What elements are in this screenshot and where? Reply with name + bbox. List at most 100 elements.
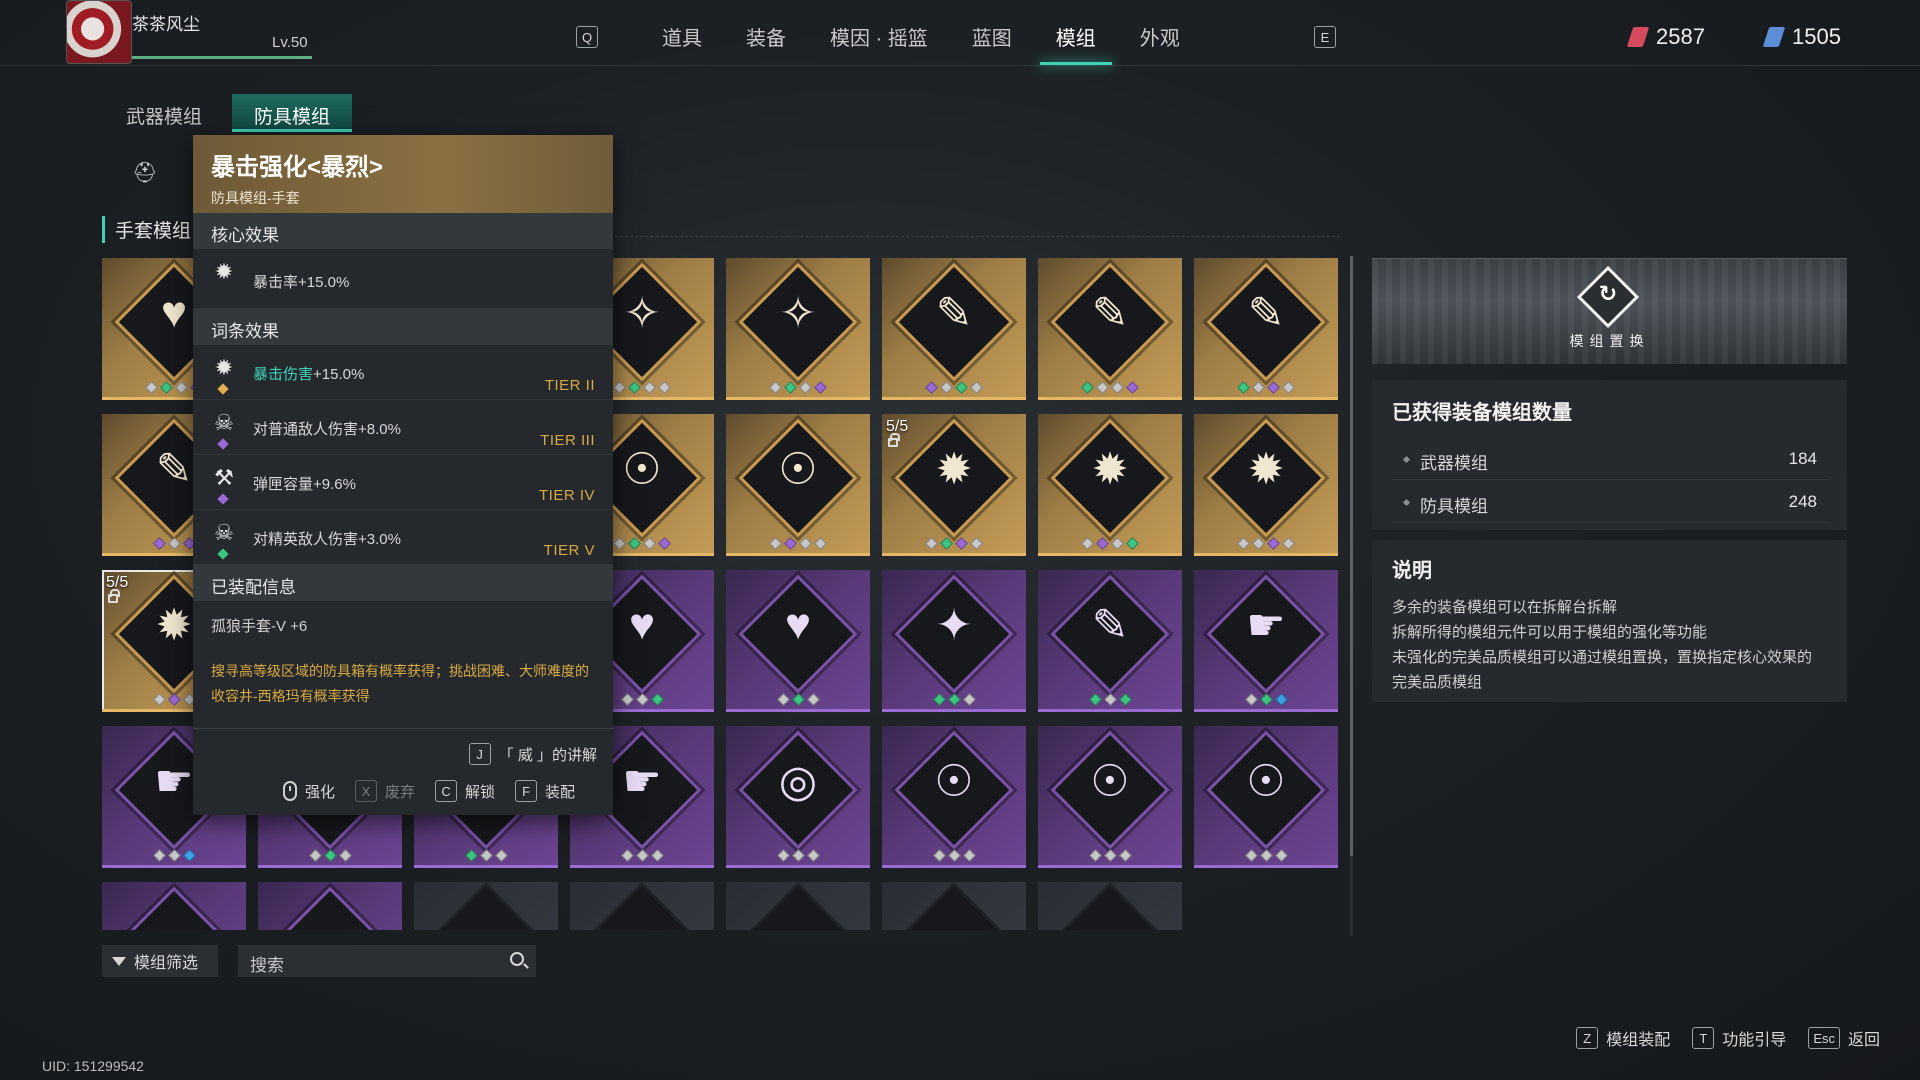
affix-text: 对普通敌人伤害+8.0% xyxy=(253,418,401,439)
target-person-icon: ☉ xyxy=(934,757,974,806)
search-icon[interactable] xyxy=(510,952,524,966)
gem-icon xyxy=(932,693,946,706)
stat-label: 武器模组 xyxy=(1420,454,1488,473)
explain-action[interactable]: J 「 威 」的讲解 xyxy=(468,743,597,765)
action-label: 装配 xyxy=(545,783,576,801)
blade-star-icon: ✎ xyxy=(1247,289,1285,338)
gem-icon xyxy=(1103,849,1117,862)
explosion-icon: ✹ xyxy=(1247,445,1285,494)
stat-value: 184 xyxy=(1788,449,1817,468)
action-upgrade[interactable]: 强化 xyxy=(283,781,335,802)
mod-card[interactable] xyxy=(102,882,246,930)
stat-armor-mods: 防具模组 248 xyxy=(1392,480,1827,523)
mod-card[interactable]: ☉ xyxy=(882,726,1026,868)
gem-icon xyxy=(635,849,649,862)
gem-icon xyxy=(1081,381,1094,394)
spiked-star-icon: ✧ xyxy=(779,289,817,338)
gem-icon xyxy=(160,381,173,394)
nav-tab[interactable]: 模因 · 摇篮 xyxy=(808,20,950,65)
gem-icon xyxy=(1126,537,1139,550)
nav-prev-key[interactable]: Q xyxy=(576,26,598,48)
mod-card[interactable]: ♥ xyxy=(726,570,870,712)
mod-card[interactable] xyxy=(882,882,1026,930)
info-line: 完美品质模组 xyxy=(1392,674,1483,691)
hint-esc[interactable]: Esc 返回 xyxy=(1808,1026,1880,1050)
mod-swap-button[interactable]: ↻ 模组置换 xyxy=(1372,258,1847,364)
gem-icon xyxy=(791,849,805,862)
gem-icon xyxy=(962,693,976,706)
action-discard[interactable]: X 废弃 xyxy=(355,780,415,802)
action-unlock[interactable]: C 解锁 xyxy=(435,780,495,802)
mod-card[interactable] xyxy=(726,882,870,930)
helmet-icon[interactable]: ⛑ xyxy=(132,160,157,184)
hint-z[interactable]: Z 模组装配 xyxy=(1576,1026,1670,1050)
nav-tab[interactable]: 模组 xyxy=(1034,20,1118,65)
mod-card[interactable]: ✹ xyxy=(1038,414,1182,556)
nav-next-key[interactable]: E xyxy=(1314,26,1336,48)
mod-card[interactable]: ✎ xyxy=(1038,570,1182,712)
gem-icon xyxy=(620,849,634,862)
tab-armor-mods[interactable]: 防具模组 xyxy=(232,94,353,132)
mod-card[interactable] xyxy=(258,882,402,930)
xp-fill xyxy=(132,56,312,59)
mod-card[interactable]: ✹ 5/5 xyxy=(882,414,1026,556)
user-id: UID: 151299542 xyxy=(42,1058,144,1074)
mod-card[interactable]: ◎ xyxy=(726,726,870,868)
gem-icon xyxy=(814,537,827,550)
affix-gems xyxy=(1038,537,1182,550)
mod-frame xyxy=(582,886,702,930)
mod-filter-button[interactable]: 模组筛选 xyxy=(102,945,218,977)
gem-icon xyxy=(1267,537,1280,550)
mod-card[interactable]: ✎ xyxy=(1038,258,1182,400)
search-placeholder: 搜索 xyxy=(250,956,284,975)
mod-card[interactable]: ✧ xyxy=(726,258,870,400)
info-line: 未强化的完美品质模组可以通过模组置换，置换指定核心效果的 xyxy=(1392,649,1813,666)
gem-icon xyxy=(806,849,820,862)
gem-icon xyxy=(1237,381,1250,394)
hint-t[interactable]: T 功能引导 xyxy=(1692,1026,1786,1050)
equip-info-header: 已装配信息 xyxy=(193,565,613,601)
mod-card[interactable]: ✹ xyxy=(1194,414,1338,556)
mod-card[interactable] xyxy=(570,882,714,930)
mod-card[interactable]: ☉ xyxy=(1038,726,1182,868)
gem-icon xyxy=(650,849,664,862)
gem-icon xyxy=(940,381,953,394)
scrollbar[interactable] xyxy=(1350,256,1353,936)
crit-up-icon: ✹ xyxy=(214,259,234,284)
mod-card[interactable]: ☉ xyxy=(1194,726,1338,868)
gem-icon xyxy=(769,537,782,550)
affix-gems xyxy=(726,693,870,706)
avatar[interactable] xyxy=(66,0,132,64)
nav-tab[interactable]: 蓝图 xyxy=(950,20,1034,65)
tab-weapon-mods[interactable]: 武器模组 xyxy=(104,94,224,132)
mod-card[interactable]: ✎ xyxy=(1194,258,1338,400)
mod-card[interactable]: ☉ xyxy=(726,414,870,556)
mod-card[interactable]: ☛ xyxy=(1194,570,1338,712)
affix-text: 对精英敌人伤害+3.0% xyxy=(253,528,401,549)
search-input[interactable]: 搜索 xyxy=(238,945,536,977)
gem-icon xyxy=(1081,537,1094,550)
nav-tab[interactable]: 装备 xyxy=(724,20,808,65)
nav-tab[interactable]: 道具 xyxy=(640,20,724,65)
scrollbar-thumb[interactable] xyxy=(1350,256,1353,856)
hint-key: Z xyxy=(1576,1027,1599,1049)
filter-icon xyxy=(112,956,126,966)
pistol-star-icon: ☛ xyxy=(1246,601,1286,650)
gem-icon xyxy=(182,849,196,862)
swap-label: 模组置换 xyxy=(1569,333,1650,349)
gem-icon xyxy=(167,849,181,862)
mod-card[interactable] xyxy=(1038,882,1182,930)
affix-tier: TIER IV xyxy=(538,487,595,504)
gem-icon xyxy=(1111,537,1124,550)
gem-icon xyxy=(1244,849,1258,862)
action-equip[interactable]: F 装配 xyxy=(515,780,575,802)
mod-frame xyxy=(270,886,390,930)
nav-tab[interactable]: 外观 xyxy=(1118,20,1202,65)
mod-card[interactable] xyxy=(414,882,558,930)
mod-card[interactable]: ✦ xyxy=(882,570,1026,712)
affix-gems xyxy=(1194,849,1338,862)
gem-icon xyxy=(776,693,790,706)
heart-pulse-icon: ♥ xyxy=(784,600,812,649)
mod-card[interactable]: ✎ xyxy=(882,258,1026,400)
tier-gem-icon xyxy=(217,438,229,450)
